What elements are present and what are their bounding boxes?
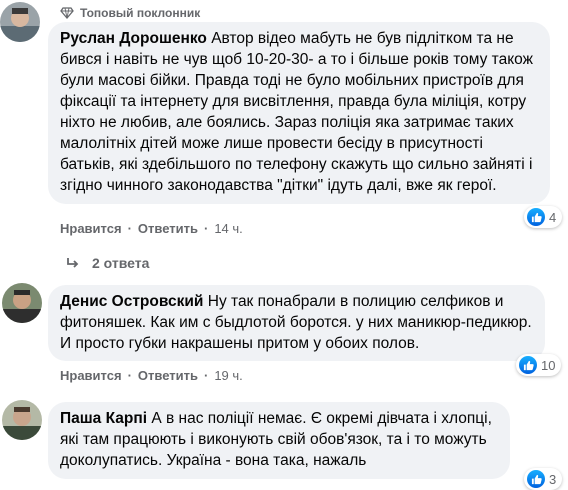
reply-button[interactable]: Ответить <box>138 221 198 236</box>
separator-dot: · <box>203 368 209 383</box>
comment-bubble: Паша Карпі А в нас поліції немає. Є окре… <box>48 402 510 479</box>
view-replies-link[interactable]: 2 ответа <box>66 255 149 271</box>
comment-author[interactable]: Руслан Дорошенко <box>60 30 207 47</box>
avatar[interactable] <box>2 283 42 323</box>
reaction-number: 4 <box>549 209 557 225</box>
reaction-number: 10 <box>541 357 556 373</box>
top-fan-badge: Топовый поклонник <box>60 6 200 20</box>
badge-label: Топовый поклонник <box>80 6 201 20</box>
comment-bubble: Руслан Дорошенко Автор відео мабуть не б… <box>48 22 550 204</box>
comment-actions: Нравится · Ответить · 19 ч. <box>60 368 243 383</box>
reaction-count[interactable]: 3 <box>524 468 563 490</box>
reply-button[interactable]: Ответить <box>138 368 198 383</box>
reaction-number: 3 <box>549 471 557 487</box>
avatar[interactable] <box>2 400 42 440</box>
replies-label: 2 ответа <box>92 255 150 271</box>
like-button[interactable]: Нравится <box>60 221 122 236</box>
comment-time[interactable]: 19 ч. <box>214 368 242 383</box>
comment-author[interactable]: Паша Карпі <box>60 410 147 427</box>
reply-arrow-icon <box>67 258 79 268</box>
comment-bubble: Денис Островский Ну так понабрали в поли… <box>48 285 545 361</box>
comment-time[interactable]: 14 ч. <box>214 221 242 236</box>
avatar[interactable] <box>0 2 40 42</box>
reaction-count[interactable]: 10 <box>516 354 562 376</box>
comment-author[interactable]: Денис Островский <box>60 293 203 310</box>
comment-text: Автор відео мабуть не був підлітком та н… <box>60 30 533 194</box>
separator-dot: · <box>203 221 209 236</box>
separator-dot: · <box>127 368 132 383</box>
separator-dot: · <box>127 221 132 236</box>
comment-actions: Нравится · Ответить · 14 ч. <box>60 221 243 236</box>
reaction-count[interactable]: 4 <box>524 206 563 228</box>
thumbs-up-icon <box>527 470 545 488</box>
like-button[interactable]: Нравится <box>60 368 122 383</box>
thumbs-up-icon <box>527 208 545 226</box>
thumbs-up-icon <box>519 356 537 374</box>
diamond-icon <box>60 7 74 19</box>
